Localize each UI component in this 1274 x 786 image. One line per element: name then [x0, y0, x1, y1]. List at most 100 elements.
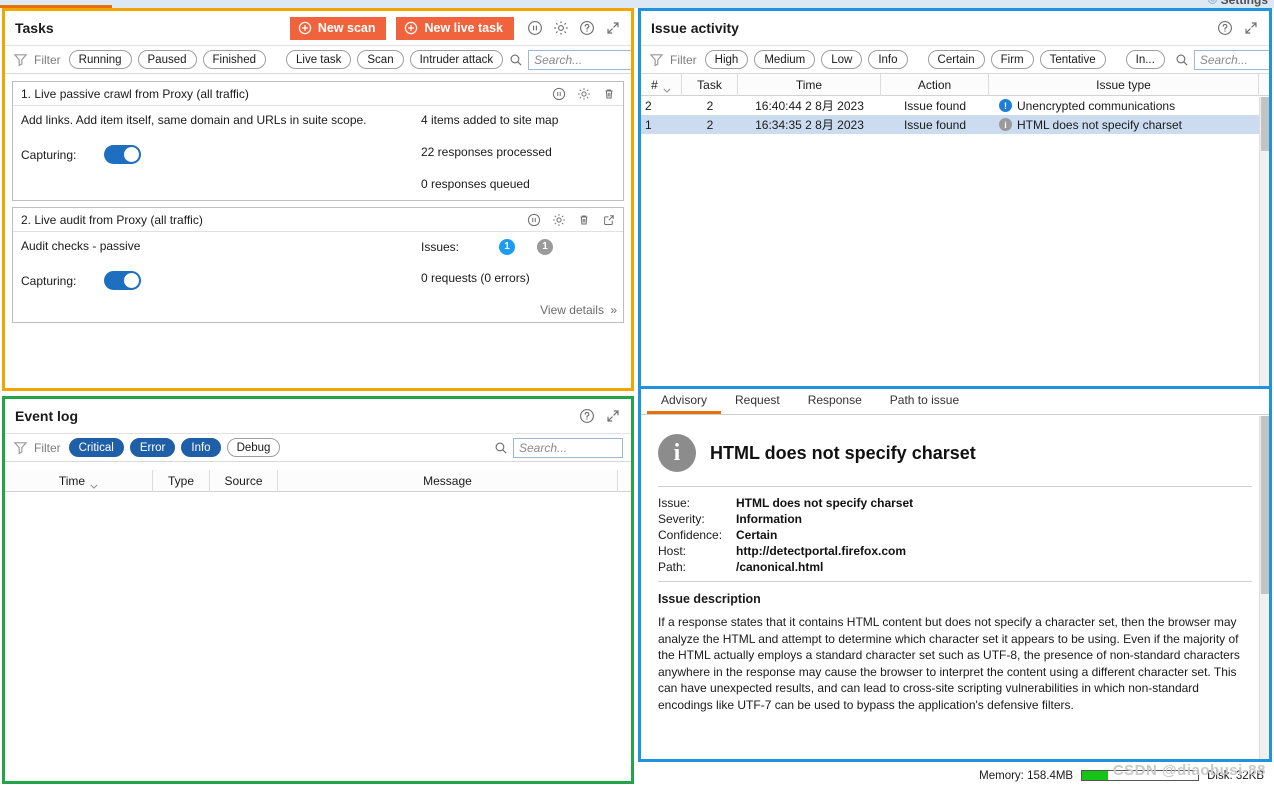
tab-request[interactable]: Request: [721, 389, 794, 414]
tab-response[interactable]: Response: [794, 389, 876, 414]
task-item-1-capturing-toggle[interactable]: [104, 145, 142, 164]
issue-col-task[interactable]: Task: [682, 73, 738, 96]
issue-activity-table-body: 2 2 16:40:44 2 8月 2023 Issue found ! Une…: [641, 96, 1269, 134]
task-item-2-issues-label: Issues:: [421, 240, 460, 254]
issue-description-text: If a response states that it contains HT…: [658, 615, 1240, 712]
new-scan-label: New scan: [317, 21, 376, 35]
event-log-header: Event log: [5, 399, 631, 433]
issue-activity-title: Issue activity: [651, 20, 739, 36]
expand-icon[interactable]: [1242, 20, 1259, 37]
issue-col-issue-type[interactable]: Issue type: [989, 73, 1259, 96]
issue-row-0-number: 2: [645, 98, 652, 113]
event-log-panel: Event log Filter Critical Error Info Deb…: [2, 396, 634, 784]
event-log-filter-pill-error[interactable]: Error: [129, 438, 176, 457]
trash-icon[interactable]: [575, 211, 592, 228]
issue-filter-pill-info[interactable]: Info: [868, 50, 908, 69]
task-item-2[interactable]: 2. Live audit from Proxy (all traffic) A…: [12, 207, 624, 323]
task-item-2-issue-badge-muted[interactable]: 1: [537, 239, 553, 255]
tab-advisory[interactable]: Advisory: [647, 389, 722, 414]
detail-key-path: Path:: [658, 560, 687, 574]
tasks-filter-pill-running[interactable]: Running: [68, 50, 132, 69]
task-item-2-description: Audit checks - passive: [21, 239, 141, 253]
gear-icon[interactable]: [550, 211, 567, 228]
settings-button[interactable]: Settings: [1207, 0, 1268, 8]
tasks-filter-pill-finished[interactable]: Finished: [202, 50, 266, 69]
help-icon[interactable]: [578, 20, 595, 37]
tasks-filter-bar: Filter Running Paused Finished Live task…: [5, 45, 631, 74]
issue-description-title: Issue description: [658, 592, 761, 606]
task-item-2-capturing-label: Capturing:: [21, 273, 77, 288]
plus-icon: [298, 21, 312, 35]
task-item-1[interactable]: 1. Live passive crawl from Proxy (all tr…: [12, 81, 624, 201]
event-log-title: Event log: [15, 408, 79, 424]
search-icon: [1175, 53, 1189, 67]
event-log-col-source[interactable]: Source: [210, 469, 278, 492]
event-log-filter-pill-critical[interactable]: Critical: [68, 438, 124, 457]
issue-filter-pill-firm[interactable]: Firm: [990, 50, 1034, 69]
tasks-filter-pill-paused[interactable]: Paused: [137, 50, 197, 69]
issue-filter-pill-high[interactable]: High: [704, 50, 749, 69]
expand-icon[interactable]: [604, 20, 621, 37]
issue-filter-pill-tentative[interactable]: Tentative: [1039, 50, 1106, 69]
tasks-filter-pill-live-task[interactable]: Live task: [286, 50, 352, 69]
trash-icon[interactable]: [600, 85, 617, 102]
pause-icon[interactable]: [550, 85, 567, 102]
detail-key-severity: Severity:: [658, 512, 705, 526]
issue-col-time[interactable]: Time: [738, 73, 881, 96]
task-item-1-header: 1. Live passive crawl from Proxy (all tr…: [13, 82, 623, 106]
event-log-filter-pill-info[interactable]: Info: [181, 438, 221, 457]
divider: [658, 486, 1252, 487]
help-icon[interactable]: [1216, 20, 1233, 37]
task-item-1-stat-2: 0 responses queued: [421, 177, 530, 191]
detail-value-path: /canonical.html: [736, 560, 824, 574]
expand-icon[interactable]: [604, 408, 621, 425]
gear-icon: [1207, 0, 1218, 8]
task-item-2-view-details-link[interactable]: View details »: [13, 299, 623, 322]
filter-label: Filter: [34, 52, 61, 67]
external-link-icon[interactable]: [600, 211, 617, 228]
issue-activity-search-input[interactable]: [1193, 49, 1269, 70]
event-log-table-header: Time Type Source Message: [5, 469, 631, 492]
issue-row-1-issue-type-cell: i HTML does not specify charset: [989, 115, 1259, 134]
event-log-col-message[interactable]: Message: [278, 469, 618, 492]
task-item-2-issue-badge-info[interactable]: 1: [499, 239, 515, 255]
event-log-col-time[interactable]: Time: [5, 469, 153, 492]
tasks-list: 1. Live passive crawl from Proxy (all tr…: [5, 75, 631, 388]
table-row[interactable]: 2 2 16:40:44 2 8月 2023 Issue found ! Une…: [641, 96, 1269, 115]
tab-path-to-issue[interactable]: Path to issue: [876, 389, 973, 414]
event-log-search-input[interactable]: [513, 437, 623, 458]
new-scan-button[interactable]: New scan: [289, 16, 387, 40]
filter-icon: [13, 52, 28, 67]
pause-icon[interactable]: [525, 211, 542, 228]
tasks-filter-pill-scan[interactable]: Scan: [357, 50, 404, 69]
task-item-1-description: Add links. Add item itself, same domain …: [21, 113, 367, 127]
issue-activity-scrollbar[interactable]: [1259, 97, 1269, 386]
task-item-1-stat-1: 22 responses processed: [421, 145, 552, 159]
tasks-filter-pill-intruder-attack[interactable]: Intruder attack: [409, 50, 504, 69]
task-item-1-title: 1. Live passive crawl from Proxy (all tr…: [21, 86, 249, 101]
advisory-scrollbar[interactable]: [1259, 416, 1269, 759]
help-icon[interactable]: [578, 408, 595, 425]
filter-icon: [649, 52, 664, 67]
task-item-2-capturing-toggle[interactable]: [104, 271, 142, 290]
issue-filter-pill-more[interactable]: In...: [1125, 50, 1165, 69]
event-log-filter-pill-debug[interactable]: Debug: [226, 438, 281, 457]
top-tab-strip: Settings: [0, 0, 1274, 8]
event-log-col-type[interactable]: Type: [153, 469, 210, 492]
tasks-search-input[interactable]: [528, 49, 631, 70]
issue-filter-pill-low[interactable]: Low: [821, 50, 863, 69]
issue-filter-pill-certain[interactable]: Certain: [927, 50, 985, 69]
table-row[interactable]: 1 2 16:34:35 2 8月 2023 Issue found i HTM…: [641, 115, 1269, 134]
info-severity-icon: !: [999, 99, 1012, 112]
issue-col-action[interactable]: Action: [881, 73, 989, 96]
new-live-task-button[interactable]: New live task: [396, 16, 514, 40]
pause-icon[interactable]: [526, 20, 543, 37]
issue-filter-pill-medium[interactable]: Medium: [754, 50, 816, 69]
task-item-1-capturing-label: Capturing:: [21, 147, 77, 162]
gear-icon[interactable]: [552, 20, 569, 37]
memory-meter[interactable]: [1081, 770, 1200, 781]
issue-row-1-task: 2: [706, 117, 714, 132]
gear-icon[interactable]: [575, 85, 592, 102]
issue-row-0-issue-type-cell: ! Unencrypted communications: [989, 96, 1259, 115]
issue-col-number[interactable]: #: [641, 73, 682, 96]
